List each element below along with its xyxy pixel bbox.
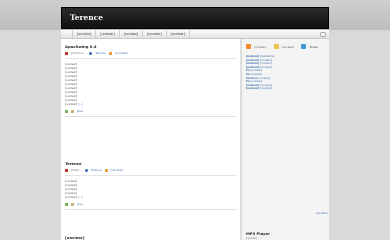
post-date: 2017/12/...: [71, 51, 87, 55]
mail-label[interactable]: [unclear]: [282, 45, 295, 49]
post-meta: 2016/... Terence [unclear]: [65, 168, 237, 172]
post-excerpt: [unclear] [unclear] [unclear] [unclear] …: [65, 62, 83, 106]
post-2: Terence 2016/... Terence [unclear] [uncl…: [65, 161, 237, 210]
post-title[interactable]: [unclear]: [65, 235, 237, 240]
mp3-player-title: MP3 Player: [246, 231, 270, 236]
post-3: [unclear]: [65, 235, 237, 240]
search-icon[interactable]: [320, 32, 326, 37]
post-1: ApacSwing 0.4 2017/12/... Terence [uncle…: [65, 44, 237, 117]
list-item: [unclear] [unclear]: [246, 87, 272, 91]
folder-icon: [65, 109, 68, 113]
rss-icon[interactable]: [246, 44, 251, 49]
post-author[interactable]: Terence: [95, 51, 106, 55]
divider: [65, 58, 237, 59]
read-more-link[interactable]: [...]: [78, 102, 83, 106]
nav-home-icon[interactable]: [64, 29, 73, 39]
mail-icon[interactable]: [273, 44, 279, 49]
nav-item-2[interactable]: [unclear]: [96, 29, 120, 39]
post-meta: 2017/12/... Terence [unclear]: [65, 51, 237, 55]
rss-label[interactable]: [unclear]: [254, 45, 267, 49]
comment-icon: [109, 51, 113, 55]
site-title[interactable]: Terence: [70, 13, 103, 22]
nav-item-5[interactable]: [unclear]: [167, 29, 190, 39]
separator: [65, 209, 237, 210]
tag-link[interactable]: Java: [77, 109, 83, 113]
tag-icon: [71, 202, 74, 206]
subscribe-icons: [unclear] [unclear] Twitter: [246, 44, 323, 49]
post-tags: Java: [65, 202, 237, 206]
recent-comments: [unclear] ApacSwing [unclear] [unclear] …: [246, 55, 326, 91]
divider: [65, 175, 237, 176]
post-comments[interactable]: [unclear]: [115, 51, 128, 55]
author-icon: [84, 168, 88, 172]
more-link[interactable]: [unclear]: [316, 212, 328, 215]
nav-item-1[interactable]: [unclear]: [73, 29, 97, 39]
post-title[interactable]: ApacSwing 0.4: [65, 44, 237, 49]
post-tags: Java: [65, 109, 237, 113]
tag-icon: [71, 109, 74, 113]
folder-icon: [65, 202, 68, 206]
comment-icon: [104, 168, 108, 172]
site-header: Terence: [61, 7, 329, 29]
main-nav: [unclear] [unclear] [unclear] [unclear] …: [61, 29, 329, 39]
post-date: 2016/...: [71, 168, 82, 172]
calendar-icon: [65, 51, 68, 55]
tag-link[interactable]: Java: [77, 202, 83, 206]
twitter-icon[interactable]: [301, 44, 307, 49]
separator: [65, 116, 237, 117]
post-comments[interactable]: [unclear]: [111, 168, 124, 172]
nav-item-3[interactable]: [unclear]: [120, 29, 144, 39]
post-excerpt: [unclear] [unclear] [unclear] [unclear] …: [65, 179, 83, 199]
nav-item-4[interactable]: [unclear]: [143, 29, 167, 39]
sidebar: [unclear] [unclear] Twitter [unclear] Ap…: [242, 39, 329, 240]
calendar-icon: [65, 168, 68, 172]
twitter-label[interactable]: Twitter: [309, 45, 318, 49]
read-more-link[interactable]: [...]: [78, 195, 83, 199]
post-author[interactable]: Terence: [91, 168, 102, 172]
author-icon: [89, 51, 93, 55]
main-content: ApacSwing 0.4 2017/12/... Terence [uncle…: [61, 39, 241, 240]
post-title[interactable]: Terence: [65, 161, 237, 166]
